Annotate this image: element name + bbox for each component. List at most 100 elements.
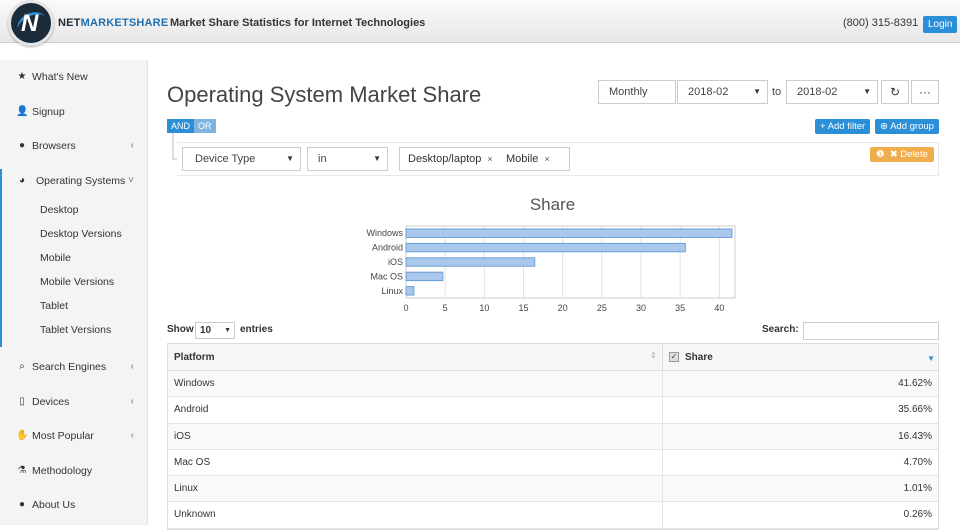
x-tick-label: 5: [443, 303, 448, 313]
add-filter-label: Add filter: [827, 121, 866, 132]
table-row: iOS 16.43%: [168, 423, 938, 450]
sidebar-item-most-popular[interactable]: ✋ Most Popular ‹: [0, 424, 148, 448]
bar-android[interactable]: [405, 242, 686, 253]
x-tick-label: 15: [518, 303, 528, 313]
sort-both-icon[interactable]: ⇕: [650, 351, 657, 360]
add-filter-button[interactable]: + Add filter: [815, 119, 871, 134]
show-label: Show: [167, 324, 194, 335]
more-options-button[interactable]: ···: [911, 80, 939, 104]
share-cell: 41.62%: [898, 378, 932, 389]
filter-tag-label: Mobile: [506, 153, 539, 165]
share-cell: 35.66%: [898, 404, 932, 416]
sidebar-item-label: Signup: [32, 106, 65, 118]
remove-tag-icon[interactable]: ×: [544, 154, 549, 164]
sidebar-item-operating-systems[interactable]: ◕ Operating Systems ˅: [0, 169, 148, 193]
sidebar-item-signup[interactable]: 👤 Signup: [0, 100, 148, 124]
page-size-value: 10: [200, 325, 212, 336]
filter-operator-select[interactable]: in ▼: [307, 147, 388, 171]
from-date-select[interactable]: 2018-02 ▼: [677, 80, 768, 104]
and-button[interactable]: AND: [167, 119, 195, 133]
ellipsis-icon: ···: [919, 85, 931, 99]
sidebar-item-label: Devices: [32, 396, 70, 408]
share-table: Platform ⇕ ✓ Share ▼ Windows 41.62% Androi…: [167, 343, 939, 530]
delete-rule-button[interactable]: ❶ ✖ Delete: [870, 147, 934, 162]
bar-mac-os[interactable]: [405, 271, 444, 282]
filter-values-input[interactable]: Desktop/laptop × Mobile ×: [399, 147, 570, 171]
bar-linux[interactable]: [405, 286, 415, 296]
table-row: Mac OS 4.70%: [168, 449, 938, 477]
sidebar-subitem-mobile-versions[interactable]: Mobile Versions: [40, 272, 114, 292]
netmarketshare-logo-icon[interactable]: N: [8, 0, 54, 46]
warning-icon: ❶: [876, 149, 885, 160]
sidebar-subitem-tablet-versions[interactable]: Tablet Versions: [40, 320, 111, 340]
x-tick-label: 40: [714, 303, 724, 313]
search-label: Search:: [762, 324, 799, 335]
sidebar-subitem-desktop-versions[interactable]: Desktop Versions: [40, 224, 122, 244]
table-row: Android 35.66%: [168, 397, 938, 424]
sidebar-item-whats-new[interactable]: ★ What's New: [0, 65, 148, 89]
table-body: Windows 41.62% Android 35.66% iOS 16.43% Mac O…: [168, 371, 938, 529]
info-circle-icon: ●: [18, 499, 26, 510]
brand-marketshare: MARKETSHARE: [80, 17, 169, 29]
entries-label: entries: [240, 324, 273, 335]
sidebar-item-browsers[interactable]: ● Browsers ‹: [0, 134, 148, 158]
or-button[interactable]: OR: [194, 119, 216, 133]
bar-windows[interactable]: [405, 228, 733, 238]
chevron-left-icon: ‹: [130, 140, 134, 151]
tablet-icon: ▯: [19, 396, 25, 407]
y-tick-label: Mac OS: [370, 271, 403, 281]
delete-label: Delete: [900, 149, 928, 160]
search-icon: ⌕: [19, 361, 25, 372]
table-search-input[interactable]: [803, 322, 939, 340]
y-tick-label: Windows: [366, 228, 403, 238]
bar-ios[interactable]: [405, 257, 536, 267]
sidebar-item-search-engines[interactable]: ⌕ Search Engines ‹: [0, 355, 148, 379]
sidebar-item-devices[interactable]: ▯ Devices ‹: [0, 390, 148, 414]
sidebar-subitem-tablet[interactable]: Tablet: [40, 296, 68, 316]
sidebar-item-label: Methodology: [32, 465, 93, 477]
platform-cell: Linux: [174, 483, 198, 495]
remove-tag-icon[interactable]: ×: [487, 154, 492, 164]
brand-net: NET: [58, 17, 81, 29]
y-tick-label: iOS: [388, 257, 403, 267]
filter-tag-label: Desktop/laptop: [408, 153, 482, 165]
column-header-platform[interactable]: Platform: [174, 344, 215, 371]
chevron-left-icon: ‹: [130, 396, 134, 407]
y-tick-label: Android: [372, 243, 403, 253]
share-cell: 1.01%: [903, 483, 932, 495]
refresh-button[interactable]: ↻: [881, 80, 909, 104]
to-label: to: [772, 86, 782, 98]
page-size-select[interactable]: 10 ▼: [195, 322, 235, 339]
sidebar-subitem-mobile[interactable]: Mobile: [40, 248, 71, 268]
user-plus-icon: 👤: [16, 106, 29, 117]
to-date-select[interactable]: 2018-02 ▼: [786, 80, 878, 104]
globe-icon: ●: [18, 140, 26, 151]
sidebar-item-label: Most Popular: [32, 430, 94, 442]
table-row: Windows 41.62%: [168, 371, 938, 398]
period-select[interactable]: Monthly: [598, 80, 676, 104]
sidebar-item-methodology[interactable]: ⚗ Methodology: [0, 459, 148, 483]
caret-down-icon: ▼: [753, 87, 761, 96]
sort-desc-icon[interactable]: ▼: [927, 354, 935, 363]
chevron-down-icon: ˅: [128, 175, 134, 186]
platform-cell: iOS: [174, 430, 191, 442]
refresh-icon: ↻: [889, 85, 901, 99]
sidebar-item-label: Browsers: [32, 140, 76, 152]
filter-field-select[interactable]: Device Type ▼: [182, 147, 301, 171]
login-button[interactable]: Login: [923, 16, 958, 33]
plus-circle-icon: ⊕: [880, 121, 888, 132]
table-row: Linux 1.01%: [168, 476, 938, 503]
chevron-left-icon: ‹: [130, 430, 134, 441]
site-tagline: Market Share Statistics for Internet Tec…: [170, 17, 426, 29]
thumbs-up-icon: ✋: [16, 430, 29, 441]
sidebar-item-about-us[interactable]: ● About Us: [0, 493, 148, 517]
platform-cell: Mac OS: [174, 456, 211, 468]
brand-name[interactable]: NETMARKETSHARE: [58, 17, 168, 29]
flask-icon: ⚗: [17, 465, 27, 476]
column-header-share[interactable]: Share: [669, 344, 713, 371]
x-tick-label: 10: [479, 303, 489, 313]
platform-cell: Android: [174, 404, 209, 416]
add-group-label: Add group: [890, 121, 934, 132]
add-group-button[interactable]: ⊕ Add group: [875, 119, 939, 134]
x-tick-label: 25: [597, 303, 607, 313]
